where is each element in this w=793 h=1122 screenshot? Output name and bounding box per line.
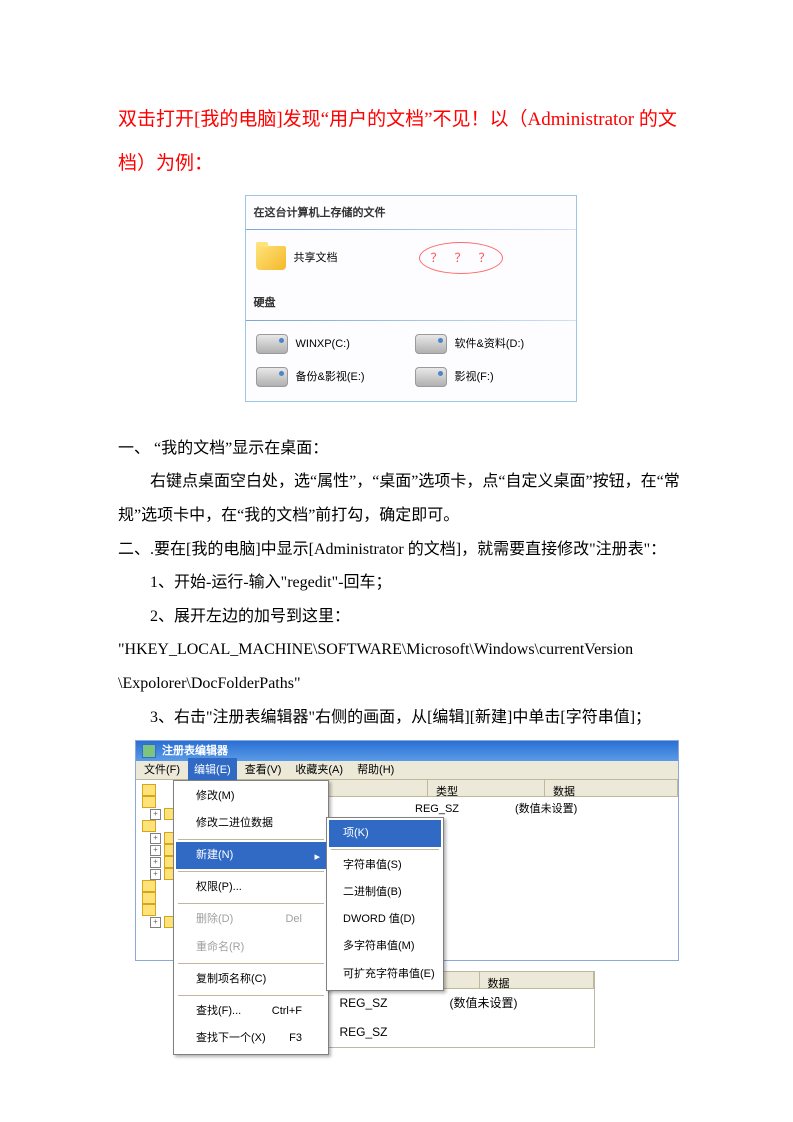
column-data[interactable]: 数据 — [545, 780, 678, 796]
menu-delete: 删除(D)Del — [176, 906, 326, 933]
drive-label: 影视(F:) — [455, 366, 494, 389]
document-title: 双击打开[我的电脑]发现“用户的文档”不见！以（Administrator 的文… — [118, 98, 703, 185]
menu-new-label: 新建(N) — [196, 849, 233, 861]
drive-e[interactable]: 备份&影视(E:) — [256, 366, 407, 389]
drive-icon — [256, 367, 288, 387]
step-1-heading: 一、 “我的文档”显示在桌面： — [118, 432, 703, 466]
menu-edit[interactable]: 编辑(E) — [188, 758, 237, 783]
menu-separator — [178, 871, 324, 872]
menu-help[interactable]: 帮助(H) — [351, 758, 400, 783]
registry-path-line1: "HKEY_LOCAL_MACHINE\SOFTWARE\Microsoft\W… — [118, 633, 703, 667]
tree-expand-icon[interactable]: + — [150, 809, 161, 820]
explorer-window: 在这台计算机上存储的文件 共享文档 ？ ？ ？ 硬盘 WINXP(C:) — [245, 195, 577, 401]
divider — [246, 320, 576, 321]
menu-rename: 重命名(R) — [176, 934, 326, 961]
menu-new-dword[interactable]: DWORD 值(D) — [329, 906, 441, 933]
column-type[interactable]: 类型 — [428, 780, 545, 796]
step-2-sub2: 2、展开左边的加号到这里： — [118, 600, 703, 634]
menu-new-string[interactable]: 字符串值(S) — [329, 852, 441, 879]
drive-label: WINXP(C:) — [296, 333, 350, 356]
menu-separator — [178, 903, 324, 904]
value-data: (数值未设置) — [450, 991, 590, 1016]
regedit-app-icon — [142, 744, 156, 758]
tree-folder-icon — [142, 892, 156, 904]
shared-docs-label: 共享文档 — [294, 247, 338, 270]
menu-permissions[interactable]: 权限(P)... — [176, 874, 326, 901]
tree-expand-icon[interactable]: + — [150, 869, 161, 880]
edit-menu-dropdown: 修改(M) 修改二进位数据 新建(N) ▸ 权限(P)... 删除(D)Del 重… — [173, 780, 329, 1055]
tree-folder-icon — [142, 880, 156, 892]
menu-new-binary[interactable]: 二进制值(B) — [329, 879, 441, 906]
shared-documents-item[interactable]: 共享文档 — [256, 246, 407, 270]
value-type: REG_SZ — [340, 991, 450, 1016]
menu-new-expandstring[interactable]: 可扩充字符串值(E) — [329, 961, 441, 988]
qmark: ？ — [430, 246, 442, 271]
drive-icon — [415, 367, 447, 387]
menu-separator — [178, 839, 324, 840]
menu-file[interactable]: 文件(F) — [138, 758, 186, 783]
qmark: ？ — [479, 246, 491, 271]
step-1-body: 右键点桌面空白处，选“属性”，“桌面”选项卡，点“自定义桌面”按钮，在“常规”选… — [118, 465, 703, 532]
regedit-window: 注册表编辑器 文件(F) 编辑(E) 查看(V) 收藏夹(A) 帮助(H) + … — [135, 740, 679, 961]
registry-path-line2: \Expolorer\DocFolderPaths" — [118, 667, 703, 701]
value-data: (数值未设置) — [515, 798, 674, 821]
drive-c[interactable]: WINXP(C:) — [256, 333, 407, 356]
folder-icon — [256, 246, 286, 270]
regedit-menubar: 文件(F) 编辑(E) 查看(V) 收藏夹(A) 帮助(H) — [136, 761, 678, 780]
step-2-sub3: 3、右击"注册表编辑器"右侧的画面，从[编辑][新建]中单击[字符串值]； — [118, 701, 703, 735]
column-data[interactable]: 数据 — [480, 972, 594, 988]
section-drives: 硬盘 — [246, 286, 576, 317]
drive-d[interactable]: 软件&资料(D:) — [415, 333, 566, 356]
menu-modify-binary[interactable]: 修改二进位数据 — [176, 810, 326, 837]
menu-new-multistring[interactable]: 多字符串值(M) — [329, 933, 441, 960]
drive-label: 软件&资料(D:) — [455, 333, 525, 356]
divider — [246, 229, 576, 230]
new-submenu: 项(K) 字符串值(S) 二进制值(B) DWORD 值(D) 多字符串值(M)… — [326, 817, 444, 991]
tree-expand-icon[interactable]: + — [150, 917, 161, 928]
menu-separator — [331, 849, 439, 850]
drive-label: 备份&影视(E:) — [296, 366, 365, 389]
menu-find-next[interactable]: 查找下一个(X)F3 — [176, 1025, 326, 1052]
menu-new-key[interactable]: 项(K) — [329, 820, 441, 847]
section-files-on-computer: 在这台计算机上存储的文件 — [246, 196, 576, 227]
menu-find[interactable]: 查找(F)...Ctrl+F — [176, 998, 326, 1025]
drive-icon — [256, 334, 288, 354]
menu-copy-keyname[interactable]: 复制项名称(C) — [176, 966, 326, 993]
menu-new[interactable]: 新建(N) ▸ — [176, 842, 326, 869]
value-type: REG_SZ — [340, 1020, 450, 1045]
step-2-heading: 二、.要在[我的电脑]中显示[Administrator 的文档]，就需要直接修… — [118, 533, 703, 567]
drive-icon — [415, 334, 447, 354]
menu-separator — [178, 995, 324, 996]
missing-docs-marker: ？ ？ ？ — [415, 242, 566, 274]
menu-fav[interactable]: 收藏夹(A) — [289, 758, 349, 783]
submenu-arrow-icon: ▸ — [314, 846, 320, 869]
drive-f[interactable]: 影视(F:) — [415, 366, 566, 389]
step-2-sub1: 1、开始-运行-输入"regedit"-回车； — [118, 566, 703, 600]
menu-separator — [178, 963, 324, 964]
menu-modify[interactable]: 修改(M) — [176, 783, 326, 810]
tree-folder-icon — [142, 784, 156, 796]
menu-view[interactable]: 查看(V) — [239, 758, 288, 783]
qmark: ？ — [454, 246, 466, 271]
